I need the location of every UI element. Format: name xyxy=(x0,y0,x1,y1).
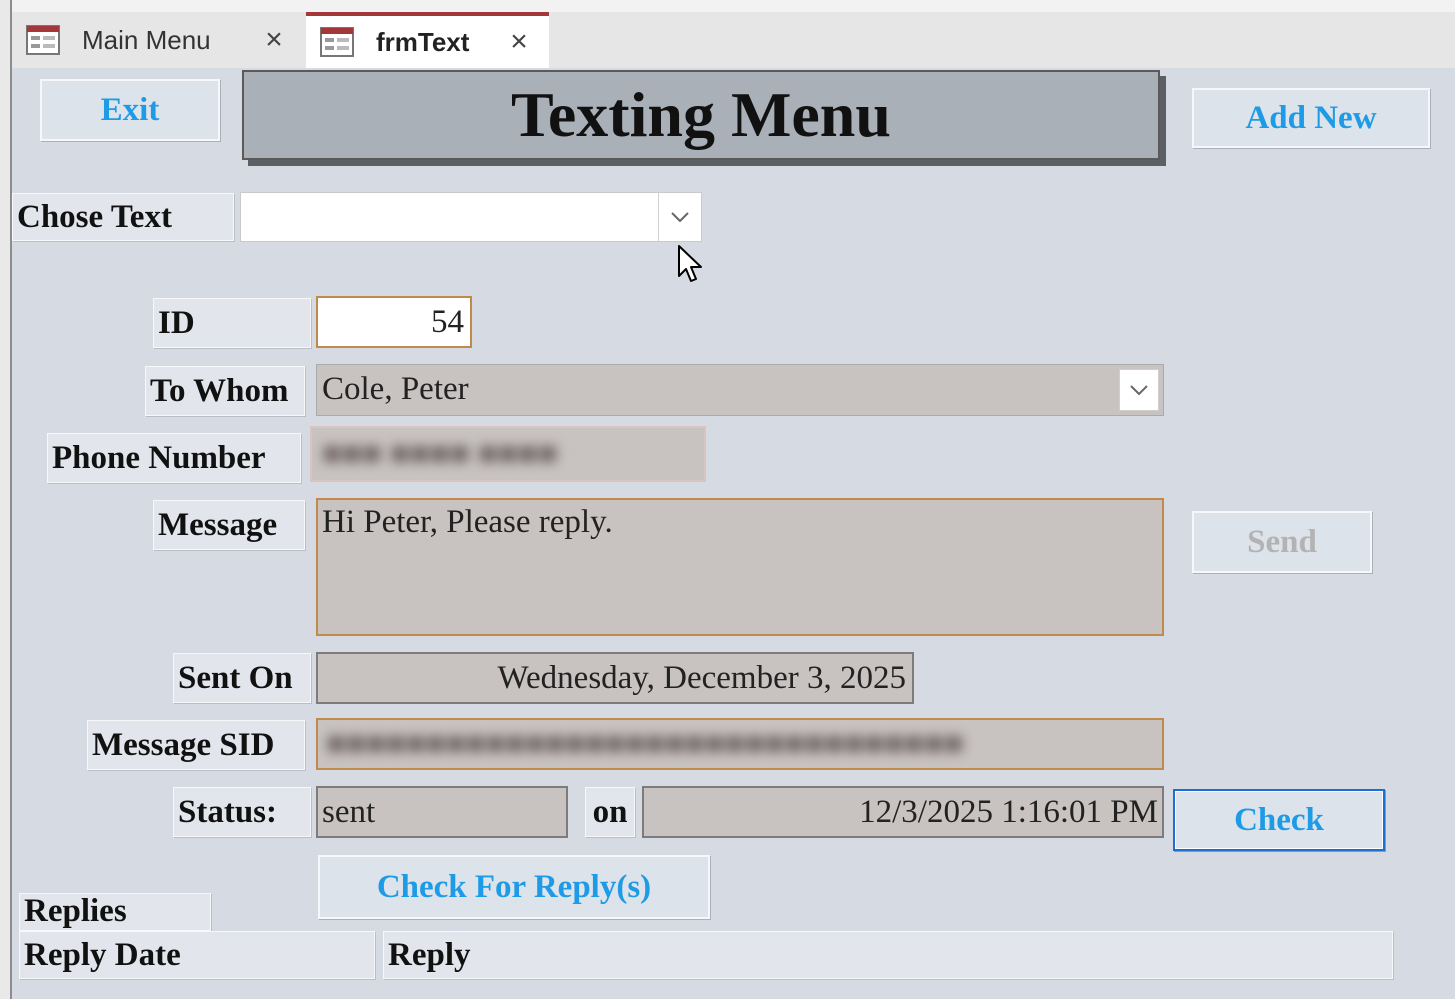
chevron-down-icon xyxy=(671,212,689,223)
replies-section-label: Replies xyxy=(19,893,211,931)
message-sid-field[interactable]: ■■■■■■■■■■■■■■■■■■■■■■■■■■■■■■■■ xyxy=(316,718,1164,770)
status-label: Status: xyxy=(173,787,311,837)
check-button[interactable]: Check xyxy=(1173,789,1385,851)
column-header-reply-date: Reply Date xyxy=(19,931,375,979)
page-title: Texting Menu xyxy=(511,79,891,150)
close-icon[interactable]: × xyxy=(505,27,533,57)
title-box: Texting Menu xyxy=(242,70,1160,160)
to-whom-value: Cole, Peter xyxy=(322,371,469,407)
status-field[interactable]: sent xyxy=(316,786,568,838)
id-label: ID xyxy=(153,298,311,348)
to-whom-combobox[interactable]: Cole, Peter xyxy=(316,364,1164,416)
message-sid-value: ■■■■■■■■■■■■■■■■■■■■■■■■■■■■■■■■ xyxy=(326,725,964,762)
id-field[interactable]: 54 xyxy=(316,296,472,348)
tab-frmtext[interactable]: frmText × xyxy=(306,12,549,68)
dropdown-button[interactable] xyxy=(658,193,701,241)
exit-button[interactable]: Exit xyxy=(40,79,220,141)
phone-number-value: ■■■ ■■■■ ■■■■ xyxy=(322,435,558,472)
close-icon[interactable]: × xyxy=(260,25,288,55)
on-label: on xyxy=(585,787,635,837)
form-icon xyxy=(320,27,354,57)
message-sid-label: Message SID xyxy=(87,720,305,770)
message-value: Hi Peter, Please reply. xyxy=(322,504,613,540)
column-header-reply: Reply xyxy=(383,931,1393,979)
mouse-cursor-icon xyxy=(678,245,702,282)
to-whom-label: To Whom xyxy=(145,366,305,416)
navigation-pane-edge xyxy=(0,0,12,999)
chevron-down-icon xyxy=(1130,385,1148,396)
tab-main-menu[interactable]: Main Menu × xyxy=(12,12,304,68)
check-for-replies-button[interactable]: Check For Reply(s) xyxy=(318,855,710,919)
message-textarea[interactable]: Hi Peter, Please reply. xyxy=(316,498,1164,636)
dropdown-button[interactable] xyxy=(1119,369,1159,411)
message-label: Message xyxy=(153,500,305,550)
form-icon xyxy=(26,25,60,55)
replies-header-row: Reply Date Reply xyxy=(19,931,1395,981)
tab-label: Main Menu xyxy=(82,24,211,55)
status-date-field[interactable]: 12/3/2025 1:16:01 PM xyxy=(642,786,1164,838)
tab-label: frmText xyxy=(376,26,470,57)
chose-text-combobox[interactable] xyxy=(240,192,702,242)
phone-number-label: Phone Number xyxy=(47,433,301,483)
add-new-button[interactable]: Add New xyxy=(1192,88,1430,148)
chose-text-label: Chose Text xyxy=(12,193,234,241)
send-button[interactable]: Send xyxy=(1192,511,1372,573)
phone-number-field[interactable]: ■■■ ■■■■ ■■■■ xyxy=(310,426,706,482)
sent-on-field[interactable]: Wednesday, December 3, 2025 xyxy=(316,652,914,704)
sent-on-label: Sent On xyxy=(173,653,311,703)
